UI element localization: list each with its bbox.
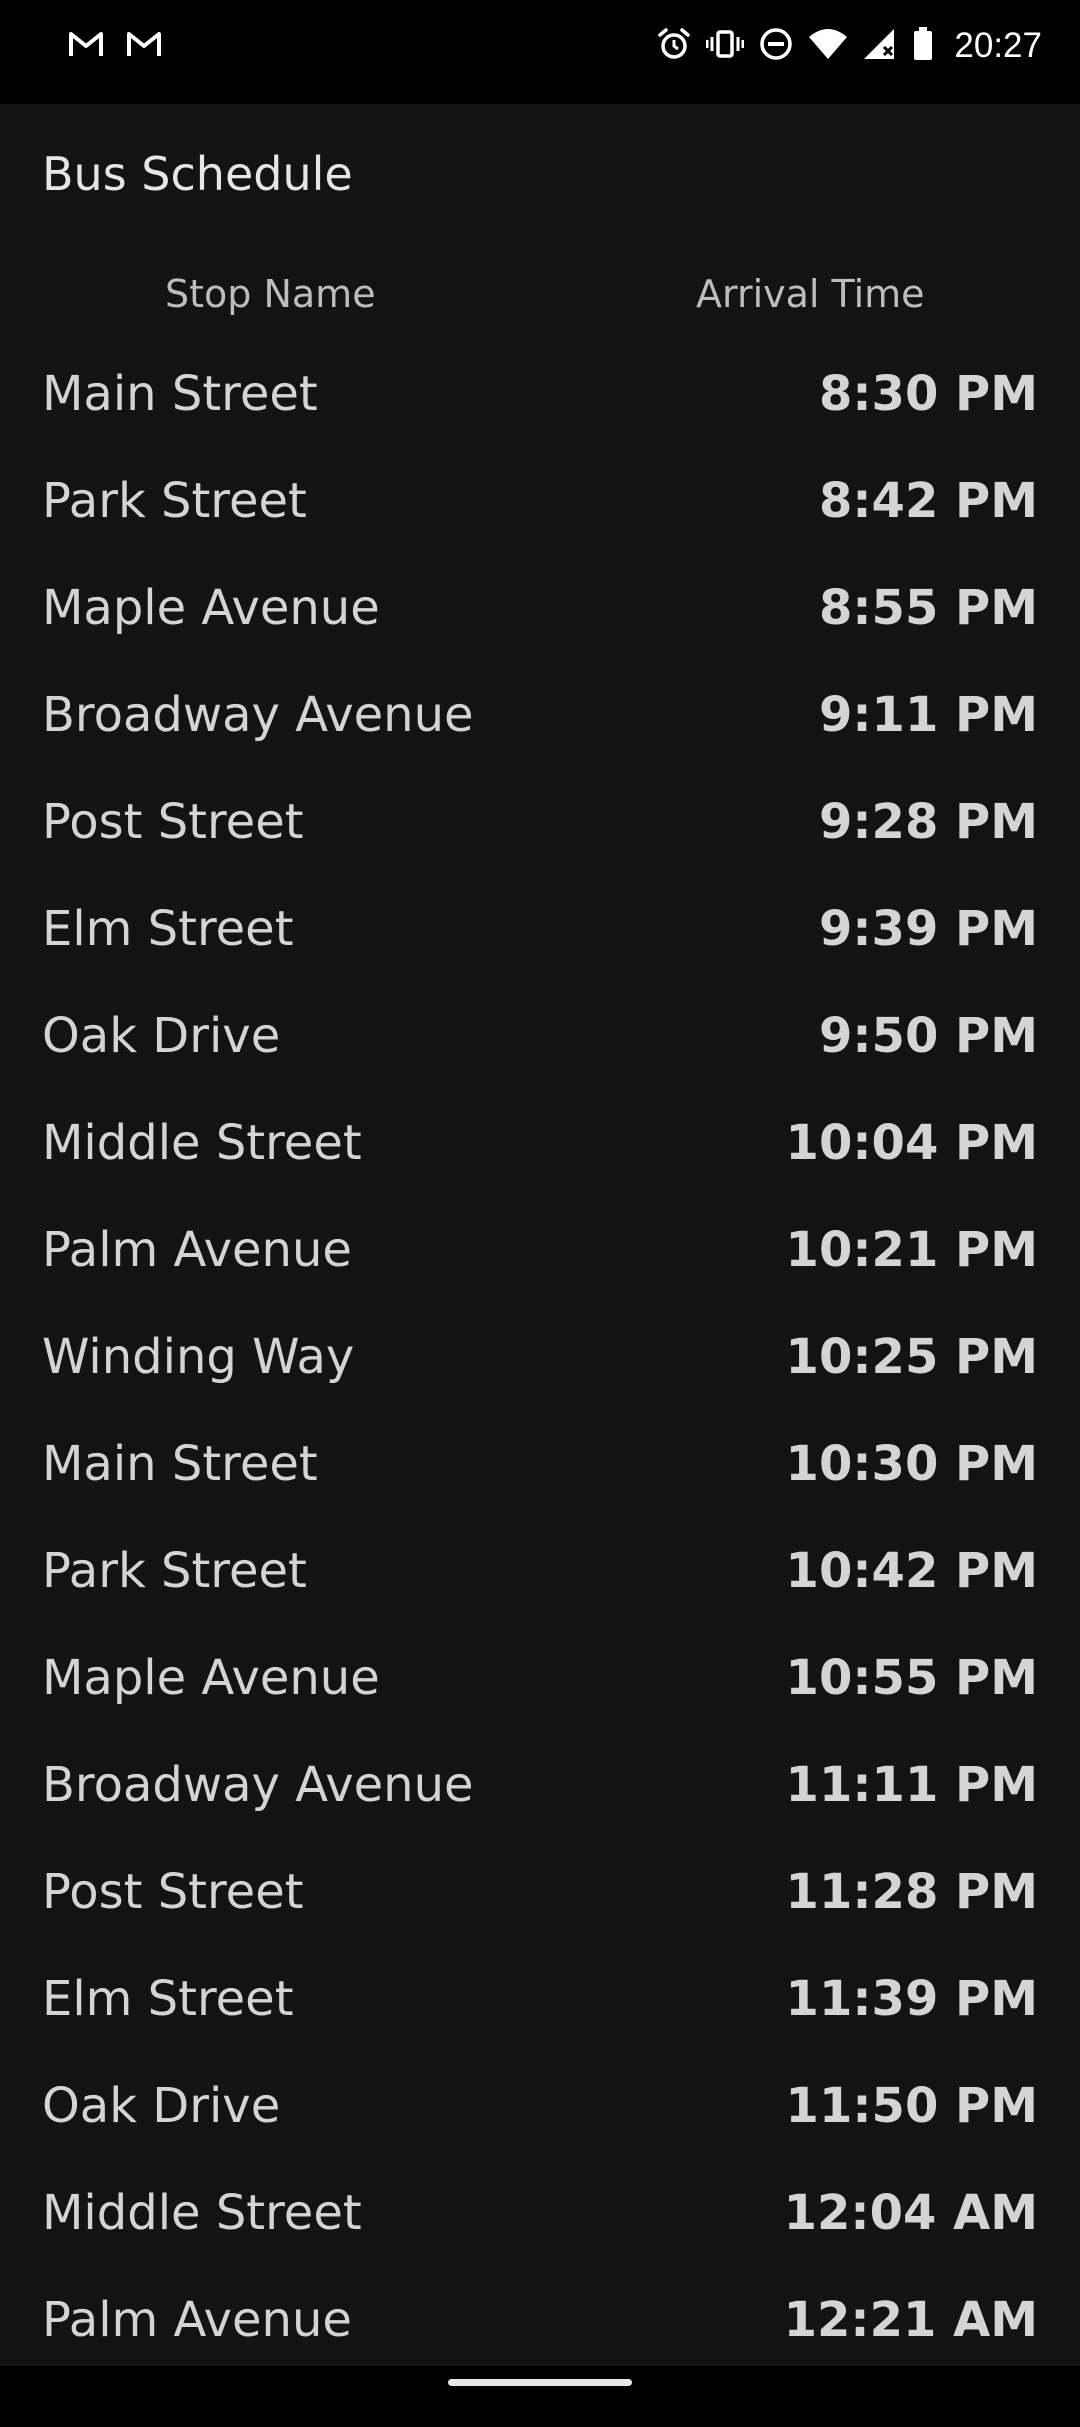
arrival-time: 10:25 PM (785, 1329, 1038, 1385)
stop-name: Middle Street (42, 1115, 362, 1171)
system-icons: 20:27 (656, 26, 1042, 66)
arrival-time: 8:42 PM (818, 473, 1038, 529)
arrival-time: 11:11 PM (785, 1757, 1038, 1813)
status-time: 20:27 (954, 26, 1042, 65)
signal-icon (862, 27, 898, 65)
alarm-icon (656, 26, 692, 66)
gmail-icon (126, 30, 162, 62)
stop-name: Main Street (42, 1436, 318, 1492)
stop-name: Post Street (42, 794, 304, 850)
arrival-time: 10:21 PM (785, 1222, 1038, 1278)
do-not-disturb-icon (758, 26, 794, 66)
schedule-table: Main Street 8:30 PM Park Street 8:42 PM Ma… (42, 366, 1038, 2427)
stop-name: Oak Drive (42, 1008, 281, 1064)
arrival-time: 9:39 PM (818, 901, 1038, 957)
arrival-time: 12:21 AM (783, 2292, 1038, 2348)
arrival-time: 10:42 PM (785, 1543, 1038, 1599)
stop-name: Broadway Avenue (42, 1757, 474, 1813)
vibrate-icon (705, 26, 745, 66)
stop-name: Elm Street (42, 901, 294, 957)
arrival-time: 8:30 PM (818, 366, 1038, 422)
stop-name: Palm Avenue (42, 2292, 352, 2348)
arrival-time: 11:28 PM (785, 1864, 1038, 1920)
arrival-time: 9:28 PM (818, 794, 1038, 850)
stop-name: Park Street (42, 473, 307, 529)
stop-name: Middle Street (42, 2185, 362, 2241)
column-header-arrival-time: Arrival Time (696, 272, 925, 316)
wifi-icon (808, 27, 848, 65)
stop-name: Oak Drive (42, 2078, 281, 2134)
arrival-time: 10:55 PM (785, 1650, 1038, 1706)
arrival-time: 10:30 PM (785, 1436, 1038, 1492)
stop-name: Winding Way (42, 1329, 355, 1385)
battery-icon (912, 26, 934, 66)
arrival-time: 10:04 PM (785, 1115, 1038, 1171)
arrival-time: 9:11 PM (818, 687, 1038, 743)
stop-name: Palm Avenue (42, 1222, 352, 1278)
arrival-time: 11:39 PM (785, 1971, 1038, 2027)
home-handle[interactable] (448, 2379, 632, 2386)
page-title: Bus Schedule (42, 147, 353, 201)
stop-name: Post Street (42, 1864, 304, 1920)
arrival-time: 8:55 PM (818, 580, 1038, 636)
gmail-icon (68, 30, 104, 62)
stop-name: Maple Avenue (42, 1650, 380, 1706)
bus-schedule-screen: Bus Schedule Stop Name Arrival Time Main… (0, 104, 1080, 2366)
arrival-time: 9:50 PM (818, 1008, 1038, 1064)
column-header-stop-name: Stop Name (165, 272, 376, 316)
stop-name: Park Street (42, 1543, 307, 1599)
arrival-time: 11:50 PM (785, 2078, 1038, 2134)
stop-name: Broadway Avenue (42, 687, 474, 743)
notification-icons (68, 30, 162, 62)
stop-name: Maple Avenue (42, 580, 380, 636)
stop-name: Elm Street (42, 1971, 294, 2027)
arrival-time: 12:04 AM (783, 2185, 1038, 2241)
stop-name: Main Street (42, 366, 318, 422)
status-bar: 20:27 (0, 0, 1080, 104)
gesture-navigation-bar (0, 2366, 1080, 2400)
